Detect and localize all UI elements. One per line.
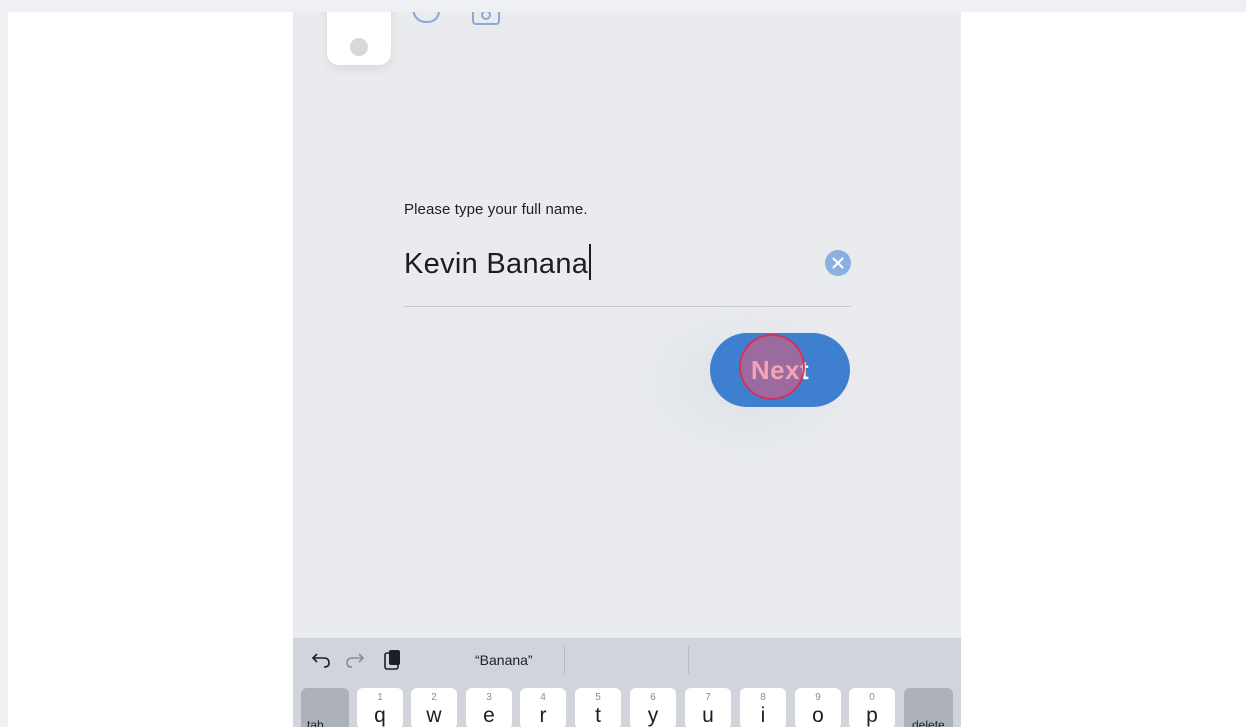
key-letter: i	[760, 704, 766, 727]
screenshot-canvas: Please type your full name. Kevin Banana…	[8, 12, 1246, 727]
app-screen: Please type your full name. Kevin Banana…	[293, 12, 961, 727]
autocomplete-suggestion[interactable]: “Banana”	[475, 652, 533, 668]
key-number: 9	[815, 692, 821, 703]
key-number: 5	[595, 692, 601, 703]
key-letter: r	[539, 704, 547, 727]
key-w[interactable]: 2 w	[411, 688, 457, 727]
key-letter: o	[812, 704, 824, 727]
on-screen-keyboard: “Banana” tab 1 q 2 w 3 e 4 r 5 t 6 y 7 u…	[293, 638, 961, 727]
page-indicator-dot	[350, 38, 368, 56]
key-letter: e	[483, 704, 495, 727]
signature-tool-card[interactable]	[327, 12, 391, 65]
undo-icon[interactable]	[309, 648, 333, 672]
key-i[interactable]: 8 i	[740, 688, 786, 727]
redo-icon[interactable]	[343, 648, 367, 672]
key-number: 8	[760, 692, 766, 703]
key-number: 7	[705, 692, 711, 703]
key-number: 4	[540, 692, 546, 703]
pen-icon	[341, 12, 377, 14]
key-y[interactable]: 6 y	[630, 688, 676, 727]
key-o[interactable]: 9 o	[795, 688, 841, 727]
text-caret	[589, 244, 592, 280]
delete-key[interactable]: delete	[904, 688, 953, 727]
delete-key-label: delete	[912, 718, 945, 727]
key-r[interactable]: 4 r	[520, 688, 566, 727]
full-name-input[interactable]: Kevin Banana	[404, 244, 592, 281]
next-button[interactable]: Next	[710, 333, 850, 407]
key-number: 0	[869, 692, 875, 703]
key-e[interactable]: 3 e	[466, 688, 512, 727]
suggestion-bar: “Banana”	[293, 638, 961, 684]
key-letter: t	[595, 704, 601, 727]
clear-button[interactable]	[825, 250, 851, 276]
paste-icon[interactable]	[381, 648, 405, 672]
tab-key-label: tab	[307, 718, 324, 727]
suggestion-divider	[564, 646, 565, 674]
comment-icon[interactable]	[407, 12, 447, 30]
key-letter: w	[426, 704, 442, 727]
key-q[interactable]: 1 q	[357, 688, 403, 727]
key-letter: u	[702, 704, 714, 727]
key-u[interactable]: 7 u	[685, 688, 731, 727]
camera-icon[interactable]	[469, 12, 509, 30]
key-letter: q	[374, 704, 386, 727]
key-number: 2	[431, 692, 437, 703]
full-name-field[interactable]: Kevin Banana	[404, 240, 851, 307]
key-number: 1	[377, 692, 383, 703]
key-number: 3	[486, 692, 492, 703]
name-prompt: Please type your full name.	[404, 201, 588, 218]
key-number: 6	[650, 692, 656, 703]
key-p[interactable]: 0 p	[849, 688, 895, 727]
clear-icon	[832, 257, 844, 269]
close-icon[interactable]	[885, 12, 921, 24]
full-name-value: Kevin Banana	[404, 248, 589, 280]
key-letter: p	[866, 704, 878, 727]
key-letter: y	[647, 704, 659, 727]
tab-key[interactable]: tab	[301, 688, 349, 727]
suggestion-divider	[688, 646, 689, 674]
key-t[interactable]: 5 t	[575, 688, 621, 727]
